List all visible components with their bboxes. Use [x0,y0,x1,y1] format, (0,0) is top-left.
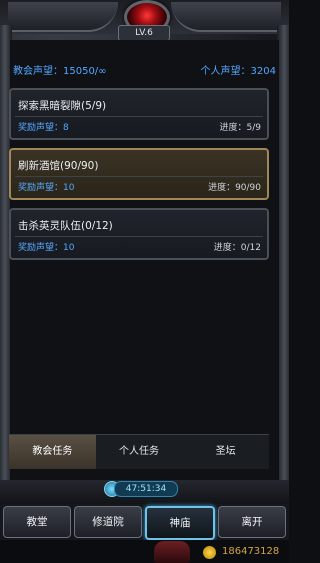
quest-progress: 进度：0/12 [213,243,261,253]
quest-title: 探索黑暗裂隙(5/9) [18,100,107,112]
quest-progress: 进度：90/90 [208,183,261,193]
quest-divider [15,236,263,237]
coin-count: 186473128 [222,546,280,557]
quest-divider [15,116,263,117]
demon-mask-icon [154,541,190,563]
personal-reputation: 个人声望：3204 [200,66,276,77]
quest-reward: 奖励声望：8 [18,123,69,133]
tab-church-tasks[interactable]: 教会任务 [9,435,96,469]
tab-bar: 教会任务 个人任务 圣坛 [9,434,269,469]
quest-progress: 进度：5/9 [219,123,262,133]
quest-card-tavern[interactable]: 刷新酒馆(90/90) 奖励声望：10 进度：90/90 [9,148,269,200]
nav-monastery-button[interactable]: 修道院 [74,506,142,538]
nav-church-button[interactable]: 教堂 [3,506,71,538]
quest-title: 击杀英灵队伍(0/12) [18,220,113,232]
crest-wing-left [8,2,118,32]
level-badge: LV.6 [118,25,170,41]
quest-reward: 奖励声望：10 [18,183,75,193]
nav-leave-button[interactable]: 离开 [218,506,286,538]
church-reputation: 教会声望：15050/∞ [13,66,107,77]
tab-altar[interactable]: 圣坛 [182,435,269,469]
quest-reward: 奖励声望：10 [18,243,75,253]
tab-personal-tasks[interactable]: 个人任务 [96,435,183,469]
gold-coin-icon [203,546,216,559]
quest-divider [15,176,263,177]
crest-wing-right [171,2,281,32]
quest-card-kill[interactable]: 击杀英灵队伍(0/12) 奖励声望：10 进度：0/12 [9,208,269,260]
bottom-nav: 教堂 修道院 神庙 离开 [0,506,289,540]
nav-temple-button[interactable]: 神庙 [145,506,215,540]
quest-title: 刷新酒馆(90/90) [18,160,99,172]
countdown-timer: 47:51:34 [114,481,178,497]
quest-card-explore[interactable]: 探索黑暗裂隙(5/9) 奖励声望：8 进度：5/9 [9,88,269,140]
